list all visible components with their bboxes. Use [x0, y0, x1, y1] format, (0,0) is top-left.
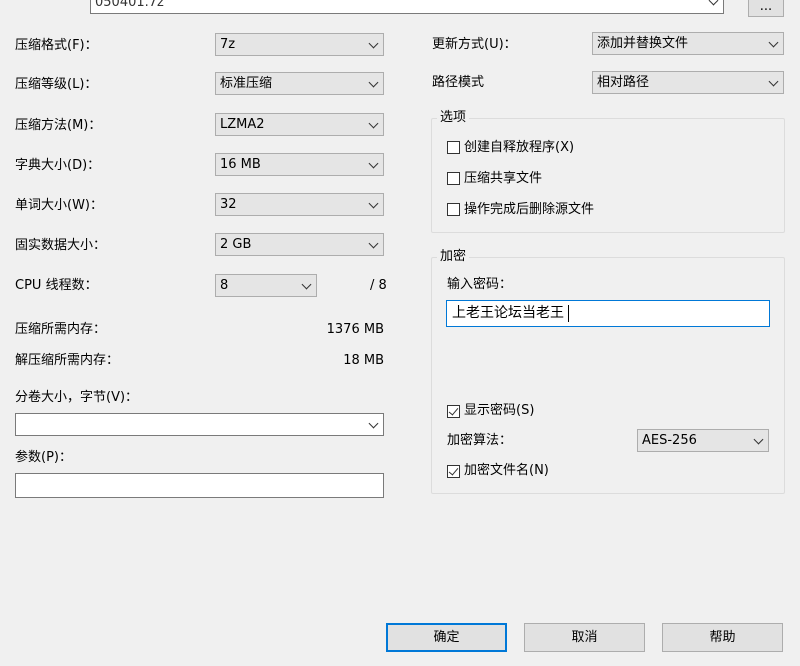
solid-value: 2 GB: [220, 237, 252, 252]
path-select[interactable]: 相对路径: [592, 71, 784, 94]
params-input[interactable]: [15, 473, 384, 498]
browse-button-label: ...: [759, 0, 773, 14]
encryption-method-select[interactable]: AES-256: [637, 429, 769, 452]
method-label: 压缩方法(M)：: [15, 118, 102, 133]
show-password-checkbox[interactable]: [447, 405, 460, 418]
show-password-label[interactable]: 显示密码(S): [464, 403, 534, 419]
sfx-label[interactable]: 创建自释放程序(X): [464, 140, 574, 156]
encryption-method-value: AES-256: [642, 433, 697, 448]
dict-label: 字典大小(D)：: [15, 158, 101, 173]
path-value: 相对路径: [597, 75, 650, 90]
chevron-down-icon: [368, 158, 379, 169]
text-cursor: [568, 305, 569, 322]
chevron-down-icon: [368, 38, 379, 49]
mem-decompress-label: 解压缩所需内存：: [15, 353, 120, 368]
format-label: 压缩格式(F)：: [15, 38, 98, 53]
threads-max: / 8: [370, 278, 387, 293]
threads-select[interactable]: 8: [215, 274, 317, 297]
path-label: 路径模式: [432, 75, 485, 90]
word-value: 32: [220, 197, 237, 212]
update-value: 添加并替换文件: [597, 36, 689, 51]
volume-combo[interactable]: [15, 413, 384, 436]
mem-compress-value: 1376 MB: [326, 322, 384, 337]
cancel-button[interactable]: 取消: [524, 623, 645, 652]
encryption-group-title: 加密: [437, 249, 470, 265]
word-label: 单词大小(W)：: [15, 198, 103, 213]
shared-files-checkbox[interactable]: [447, 172, 460, 185]
word-select[interactable]: 32: [215, 193, 384, 216]
method-select[interactable]: LZMA2: [215, 113, 384, 136]
archive-name-value: 050401.7z: [95, 0, 164, 10]
update-select[interactable]: 添加并替换文件: [592, 32, 784, 55]
chevron-down-icon: [708, 0, 719, 6]
volume-label: 分卷大小，字节(V)：: [15, 390, 139, 405]
chevron-down-icon: [368, 198, 379, 209]
level-value: 标准压缩: [220, 76, 273, 91]
format-value: 7z: [220, 37, 236, 52]
dict-select[interactable]: 16 MB: [215, 153, 384, 176]
shared-files-label[interactable]: 压缩共享文件: [464, 171, 542, 187]
delete-after-checkbox[interactable]: [447, 203, 460, 216]
chevron-down-icon: [753, 434, 764, 445]
solid-label: 固实数据大小：: [15, 238, 107, 253]
encrypt-names-checkbox[interactable]: [447, 465, 460, 478]
params-label: 参数(P)：: [15, 450, 72, 465]
password-input[interactable]: 上老王论坛当老王: [446, 300, 770, 327]
options-group-title: 选项: [437, 110, 470, 126]
encrypt-names-label[interactable]: 加密文件名(N): [464, 463, 549, 479]
solid-select[interactable]: 2 GB: [215, 233, 384, 256]
delete-after-label[interactable]: 操作完成后删除源文件: [464, 202, 594, 218]
update-label: 更新方式(U)：: [432, 37, 517, 52]
level-label: 压缩等级(L)：: [15, 77, 98, 92]
format-select[interactable]: 7z: [215, 33, 384, 56]
encryption-method-label: 加密算法：: [447, 433, 513, 448]
chevron-down-icon: [301, 279, 312, 290]
threads-value: 8: [220, 278, 229, 293]
chevron-down-icon: [768, 76, 779, 87]
method-value: LZMA2: [220, 117, 265, 132]
ok-button[interactable]: 确定: [386, 623, 507, 652]
dict-value: 16 MB: [220, 157, 261, 172]
mem-compress-label: 压缩所需内存：: [15, 322, 107, 337]
help-button[interactable]: 帮助: [662, 623, 783, 652]
password-value: 上老王论坛当老王: [452, 305, 564, 321]
chevron-down-icon: [368, 418, 379, 429]
level-select[interactable]: 标准压缩: [215, 72, 384, 95]
mem-decompress-value: 18 MB: [343, 353, 384, 368]
browse-button[interactable]: ...: [748, 0, 784, 17]
chevron-down-icon: [768, 37, 779, 48]
cancel-button-label: 取消: [571, 630, 598, 645]
help-button-label: 帮助: [709, 630, 736, 645]
chevron-down-icon: [368, 118, 379, 129]
chevron-down-icon: [368, 238, 379, 249]
ok-button-label: 确定: [433, 630, 460, 645]
archive-name-combo[interactable]: 050401.7z: [90, 0, 724, 14]
threads-label: CPU 线程数：: [15, 278, 98, 293]
password-label: 输入密码：: [447, 277, 513, 292]
chevron-down-icon: [368, 77, 379, 88]
sfx-checkbox[interactable]: [447, 141, 460, 154]
